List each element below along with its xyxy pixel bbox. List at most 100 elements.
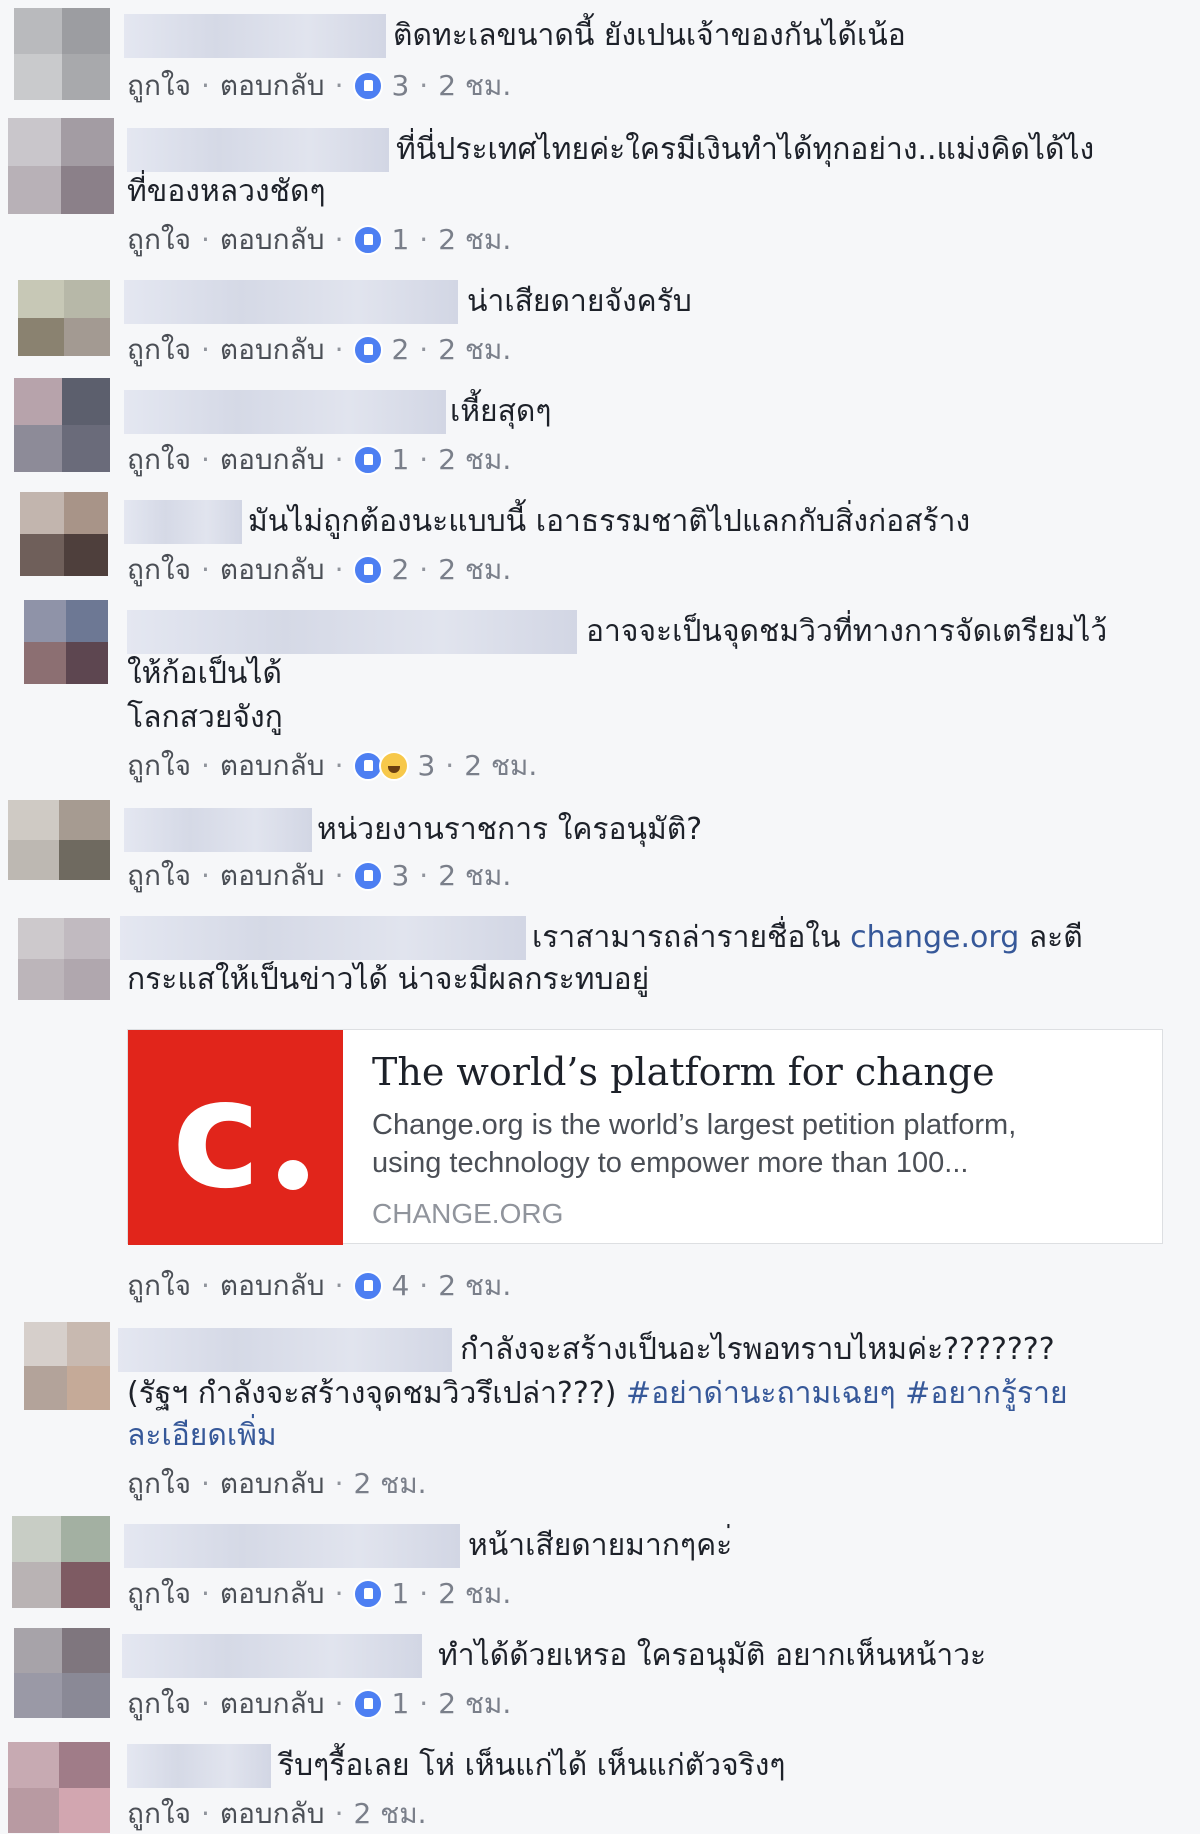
reply-link[interactable]: ตอบกลับ	[220, 1574, 325, 1614]
avatar[interactable]	[12, 1516, 110, 1608]
reaction-count[interactable]: 1	[391, 220, 409, 260]
like-reaction-icon[interactable]	[353, 225, 384, 255]
reaction-count[interactable]: 2	[391, 330, 409, 370]
reaction-count[interactable]: 1	[391, 440, 409, 480]
avatar[interactable]	[14, 1628, 110, 1718]
reaction-count[interactable]: 1	[391, 1574, 409, 1614]
like-reaction-icon[interactable]	[353, 861, 384, 891]
inline-link[interactable]: change.org	[850, 920, 1019, 955]
avatar[interactable]	[24, 600, 108, 684]
link-preview-card[interactable]: c The world’s platform for change Change…	[127, 1029, 1163, 1245]
like-reaction-icon[interactable]	[353, 1689, 384, 1719]
timestamp[interactable]: 2 ชม.	[438, 330, 511, 370]
comment-actions: ถูกใจ · ตอบกลับ · 1 · 2 ชม.	[127, 440, 511, 480]
commenter-name[interactable]	[124, 280, 458, 324]
like-link[interactable]: ถูกใจ	[127, 220, 191, 260]
haha-reaction-icon[interactable]	[379, 751, 410, 781]
hashtag-link[interactable]: #อย่าด่านะถามเฉยๆ #อยากรู้ราย	[626, 1376, 1068, 1411]
like-reaction-icon[interactable]	[353, 71, 384, 101]
avatar[interactable]	[14, 378, 110, 472]
like-link[interactable]: ถูกใจ	[127, 1266, 191, 1306]
like-link[interactable]: ถูกใจ	[127, 1574, 191, 1614]
timestamp[interactable]: 2 ชม.	[438, 440, 511, 480]
commenter-name[interactable]	[127, 128, 389, 172]
like-reaction-icon[interactable]	[353, 1579, 384, 1609]
comment-actions: ถูกใจ · ตอบกลับ · 1 · 2 ชม.	[127, 1684, 511, 1724]
commenter-name[interactable]	[127, 610, 577, 654]
commenter-name[interactable]	[124, 1524, 460, 1568]
reply-link[interactable]: ตอบกลับ	[220, 440, 325, 480]
timestamp[interactable]: 2 ชม.	[353, 1794, 426, 1834]
hashtag-link[interactable]: ละเอียดเพิ่ม	[127, 1418, 277, 1453]
comment-actions: ถูกใจ · ตอบกลับ · 1 · 2 ชม.	[127, 220, 511, 260]
reaction-count[interactable]: 3	[391, 856, 409, 896]
avatar[interactable]	[8, 118, 114, 214]
avatar[interactable]	[14, 8, 110, 100]
comment-text: น่าเสียดายจังครับ	[467, 284, 692, 319]
commenter-name[interactable]	[122, 1634, 422, 1678]
timestamp[interactable]: 2 ชม.	[438, 550, 511, 590]
comment-text: มันไม่ถูกต้องนะแบบนี้ เอาธรรมชาติไปแลกกั…	[248, 504, 971, 539]
commenter-name[interactable]	[124, 14, 386, 58]
reply-link[interactable]: ตอบกลับ	[220, 1684, 325, 1724]
comment-actions: ถูกใจ · ตอบกลับ · 2 · 2 ชม.	[127, 330, 511, 370]
comment-text: หน้าเสียดายมากๆคะ่	[468, 1528, 733, 1563]
reply-link[interactable]: ตอบกลับ	[220, 856, 325, 896]
reaction-count[interactable]: 3	[417, 746, 435, 786]
like-link[interactable]: ถูกใจ	[127, 550, 191, 590]
like-reaction-icon[interactable]	[353, 335, 384, 365]
like-link[interactable]: ถูกใจ	[127, 330, 191, 370]
like-link[interactable]: ถูกใจ	[127, 1464, 191, 1504]
timestamp[interactable]: 2 ชม.	[438, 1266, 511, 1306]
commenter-name[interactable]	[120, 916, 526, 960]
like-link[interactable]: ถูกใจ	[127, 440, 191, 480]
reaction-count[interactable]: 4	[391, 1266, 409, 1306]
avatar[interactable]	[24, 1322, 110, 1410]
reply-link[interactable]: ตอบกลับ	[220, 1464, 325, 1504]
reply-link[interactable]: ตอบกลับ	[220, 330, 325, 370]
comment-text: กระแสให้เป็นข่าวได้ น่าจะมีผลกระทบอยู่	[127, 962, 650, 997]
commenter-name[interactable]	[118, 1328, 452, 1372]
comment-text: ติดทะเลขนาดนี้ ยังเปนเจ้าของกันได้เน้อ	[393, 18, 906, 53]
like-reaction-icon[interactable]	[353, 1271, 384, 1301]
timestamp[interactable]: 2 ชม.	[353, 1464, 426, 1504]
comment-text: โลกสวยจังกู	[127, 700, 283, 735]
reply-link[interactable]: ตอบกลับ	[220, 1266, 325, 1306]
like-link[interactable]: ถูกใจ	[127, 66, 191, 106]
timestamp[interactable]: 2 ชม.	[438, 66, 511, 106]
like-reaction-icon[interactable]	[353, 555, 384, 585]
like-link[interactable]: ถูกใจ	[127, 1794, 191, 1834]
comment-actions: ถูกใจ · ตอบกลับ · 2 · 2 ชม.	[127, 550, 511, 590]
like-link[interactable]: ถูกใจ	[127, 1684, 191, 1724]
comment-text: กำลังจะสร้างเป็นอะไรพอทราบไหมค่ะ???????	[460, 1332, 1055, 1367]
commenter-name[interactable]	[127, 1744, 271, 1788]
reaction-count[interactable]: 2	[391, 550, 409, 590]
reaction-count[interactable]: 3	[391, 66, 409, 106]
reply-link[interactable]: ตอบกลับ	[220, 746, 325, 786]
reply-link[interactable]: ตอบกลับ	[220, 66, 325, 106]
avatar[interactable]	[18, 918, 110, 1000]
reaction-count[interactable]: 1	[391, 1684, 409, 1724]
timestamp[interactable]: 2 ชม.	[438, 856, 511, 896]
timestamp[interactable]: 2 ชม.	[464, 746, 537, 786]
timestamp[interactable]: 2 ชม.	[438, 220, 511, 260]
comment-text: หน่วยงานราชการ ใครอนุมัติ?	[317, 812, 703, 847]
like-link[interactable]: ถูกใจ	[127, 746, 191, 786]
reply-link[interactable]: ตอบกลับ	[220, 550, 325, 590]
reply-link[interactable]: ตอบกลับ	[220, 1794, 325, 1834]
comment-text: ที่ของหลวงชัดๆ	[127, 174, 326, 209]
avatar[interactable]	[8, 800, 110, 880]
avatar[interactable]	[20, 492, 108, 576]
like-reaction-icon[interactable]	[353, 445, 384, 475]
commenter-name[interactable]	[124, 500, 242, 544]
timestamp[interactable]: 2 ชม.	[438, 1574, 511, 1614]
commenter-name[interactable]	[124, 808, 312, 852]
like-link[interactable]: ถูกใจ	[127, 856, 191, 896]
reply-link[interactable]: ตอบกลับ	[220, 220, 325, 260]
avatar[interactable]	[8, 1742, 110, 1833]
timestamp[interactable]: 2 ชม.	[438, 1684, 511, 1724]
commenter-name[interactable]	[124, 390, 446, 434]
avatar[interactable]	[18, 280, 110, 356]
comment-actions: ถูกใจ · ตอบกลับ · 1 · 2 ชม.	[127, 1574, 511, 1614]
link-card-title[interactable]: The world’s platform for change	[372, 1046, 1152, 1098]
